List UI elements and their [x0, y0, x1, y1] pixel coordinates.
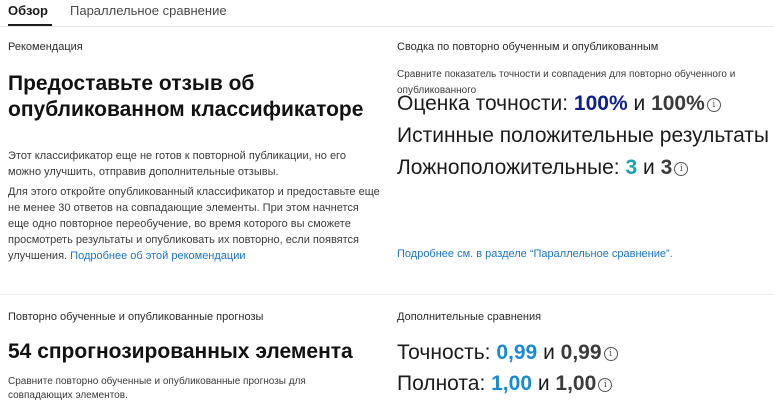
recommendation-card: Рекомендация Предоставьте отзыв об опубл…	[0, 27, 381, 292]
false-positive-metric: Ложноположительные: 3 и 3i	[397, 155, 689, 181]
recall-metric: Полнота: 1,00 и 1,00 i	[397, 371, 613, 397]
accuracy-published-value: 100%	[651, 92, 705, 115]
true-positive-label: Истинные положительные результаты	[397, 124, 770, 147]
fp-conjunction: и	[643, 156, 655, 179]
precision-retrained-value: 0,99	[496, 341, 538, 364]
predictions-description: Сравните повторно обученные и опубликова…	[8, 376, 306, 401]
precision-label: Точность:	[397, 341, 491, 364]
recall-published-value: 1,00	[555, 372, 597, 395]
tab-side-by-side[interactable]: Параллельное сравнение	[70, 3, 227, 18]
tab-overview[interactable]: Обзор	[8, 3, 48, 18]
recall-label: Полнота:	[397, 372, 486, 395]
recall-conjunction: и	[537, 372, 550, 395]
info-icon[interactable]: i	[674, 162, 689, 176]
precision-metric: Точность: 0,99 и 0,99 i	[397, 340, 618, 366]
false-positive-label: Ложноположительные:	[397, 156, 620, 179]
accuracy-metric: Оценка точности: 100% и 100% i	[397, 91, 721, 117]
info-icon[interactable]: i	[706, 98, 721, 112]
recommendation-title: Рекомендация	[8, 41, 83, 53]
recommendation-para-2: Для этого откройте опубликованный класси…	[8, 184, 380, 264]
fp-published-value: 3	[660, 156, 673, 179]
predictions-headline: 54 спрогнозированных элемента	[8, 340, 353, 363]
recommendation-para-1: Этот классификатор еще не готов к повтор…	[8, 150, 346, 178]
predictions-title: Повторно обученные и опубликованные прог…	[8, 311, 264, 323]
true-positive-metric: Истинные положительные результаты	[397, 123, 769, 149]
accuracy-retrained-value: 100%	[573, 92, 628, 115]
info-icon[interactable]: i	[598, 378, 613, 392]
recommendation-learn-more-link[interactable]: Подробнее об этой рекомендации	[70, 250, 245, 262]
fp-retrained-value: 3	[625, 156, 638, 179]
precision-conjunction: и	[543, 341, 555, 364]
accuracy-conjunction: и	[633, 92, 646, 115]
recall-retrained-value: 1,00	[491, 372, 532, 395]
info-icon[interactable]: i	[603, 347, 618, 361]
comparisons-card: Дополнительные сравнения Точность: 0,99 …	[389, 298, 774, 417]
summary-card: Сводка по повторно обученным и опубликов…	[389, 27, 774, 292]
comparisons-title: Дополнительные сравнения	[397, 311, 542, 323]
row-separator	[0, 294, 774, 295]
recommendation-headline: Предоставьте отзыв об опубликованном кла…	[8, 72, 364, 121]
accuracy-label: Оценка точности:	[397, 92, 569, 115]
side-by-side-link[interactable]: Подробнее см. в разделе “Параллельное ср…	[397, 246, 673, 262]
summary-title: Сводка по повторно обученным и опубликов…	[397, 41, 659, 53]
precision-published-value: 0,99	[560, 341, 602, 364]
predictions-card: Повторно обученные и опубликованные прог…	[0, 298, 381, 417]
